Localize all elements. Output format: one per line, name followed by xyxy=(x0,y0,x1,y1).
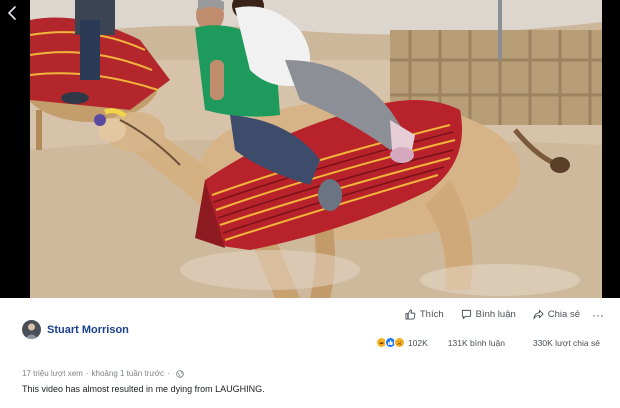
comments-count[interactable]: 131K bình luận xyxy=(448,338,505,348)
post-info-panel: Stuart Morrison Thích Bình luận Chia sẻ … xyxy=(0,298,620,408)
comment-icon xyxy=(461,309,471,320)
comment-label: Bình luận xyxy=(475,309,516,320)
thumbs-up-icon xyxy=(405,309,416,320)
video-frame[interactable] xyxy=(30,0,602,298)
meta-separator-2: · xyxy=(166,369,170,378)
author-name[interactable]: Stuart Morrison xyxy=(47,324,129,336)
like-label: Thích xyxy=(419,309,444,320)
reactions-summary[interactable]: 102K xyxy=(375,337,428,348)
globe-icon xyxy=(175,369,184,378)
more-options-button[interactable]: ··· xyxy=(592,309,604,321)
share-label: Chia sẻ xyxy=(547,309,580,320)
like-button[interactable]: Thích xyxy=(405,309,444,320)
avatar[interactable] xyxy=(22,320,41,339)
sad-reaction-icon xyxy=(393,337,405,348)
post-author: Stuart Morrison xyxy=(22,320,129,339)
post-actions: Thích Bình luận Chia sẻ ··· xyxy=(405,309,604,321)
share-icon xyxy=(533,309,544,320)
comment-button[interactable]: Bình luận xyxy=(461,309,516,320)
share-button[interactable]: Chia sẻ xyxy=(533,309,580,320)
post-timestamp[interactable]: khoảng 1 tuần trước xyxy=(92,369,164,378)
author-avatar-image xyxy=(22,320,41,339)
shares-count[interactable]: 330K lượt chia sẻ xyxy=(533,338,600,348)
chevron-left-icon xyxy=(7,6,16,20)
video-scene xyxy=(30,0,602,298)
back-button[interactable] xyxy=(0,0,24,26)
post-caption: This video has almost resulted in me dyi… xyxy=(22,384,265,394)
view-count: 17 triệu lượt xem xyxy=(22,369,83,378)
post-stats: 102K 131K bình luận 330K lượt chia sẻ xyxy=(375,337,600,348)
reactions-count: 102K xyxy=(407,337,428,348)
video-player[interactable] xyxy=(0,0,620,298)
meta-separator: · xyxy=(85,369,89,378)
post-meta: 17 triệu lượt xem · khoảng 1 tuần trước … xyxy=(22,369,184,378)
